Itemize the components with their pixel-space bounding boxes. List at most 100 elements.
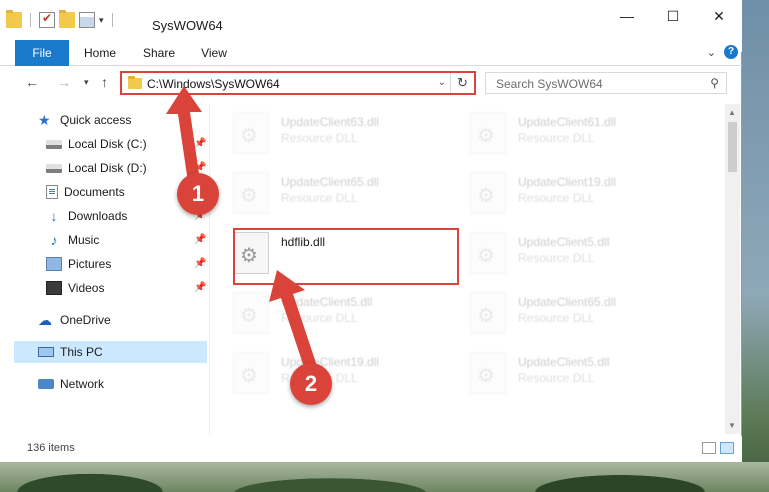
dll-file-icon xyxy=(233,112,269,154)
sidebar-item-local-disk-d[interactable]: Local Disk (D:) xyxy=(46,157,147,179)
file-name: UpdateClient19.dll xyxy=(518,175,617,189)
star-icon: ★ xyxy=(38,112,51,128)
file-item[interactable]: UpdateClient5.dll Resource DLL xyxy=(450,346,680,398)
sidebar-item-network[interactable]: Network xyxy=(38,373,104,395)
properties-icon[interactable] xyxy=(79,12,95,28)
search-input[interactable]: Search SysWOW64 xyxy=(496,77,603,91)
sidebar-item-music[interactable]: ♪ Music xyxy=(46,229,100,251)
cloud-icon: ☁ xyxy=(38,312,52,328)
dll-file-icon xyxy=(470,172,506,214)
expand-ribbon-icon[interactable]: ⌄ xyxy=(707,46,716,59)
close-button[interactable]: ✕ xyxy=(696,0,742,32)
tab-view[interactable]: View xyxy=(200,40,228,66)
file-type: Resource DLL xyxy=(281,131,358,145)
dll-file-icon xyxy=(233,352,269,394)
address-dropdown-icon[interactable]: ⌄ xyxy=(438,77,446,88)
file-type: Resource DLL xyxy=(518,371,595,385)
music-icon: ♪ xyxy=(50,232,58,248)
customize-toolbar-arrow-icon[interactable]: ▾ xyxy=(99,15,104,26)
window-title: SysWOW64 xyxy=(152,18,223,33)
scroll-up-icon[interactable]: ▲ xyxy=(728,108,736,117)
folder-icon xyxy=(128,76,142,89)
refresh-button[interactable]: ↻ xyxy=(450,73,474,93)
tab-share[interactable]: Share xyxy=(143,40,175,66)
sidebar-item-this-pc[interactable]: This PC xyxy=(14,341,207,363)
sidebar-item-label: Local Disk (D:) xyxy=(68,161,147,175)
new-folder-icon[interactable] xyxy=(59,10,75,28)
sidebar-item-label: OneDrive xyxy=(60,313,111,327)
large-icons-view-button[interactable] xyxy=(720,442,734,454)
status-bar: 136 items xyxy=(0,436,742,462)
file-item[interactable]: UpdateClient65.dll Resource DLL xyxy=(213,166,443,218)
file-type: Resource DLL xyxy=(518,191,595,205)
folder-icon xyxy=(6,10,22,28)
recent-locations-button[interactable]: ▾ xyxy=(84,77,89,88)
network-icon xyxy=(38,379,54,389)
properties-check-icon[interactable] xyxy=(39,11,55,28)
computer-icon xyxy=(38,347,54,357)
back-button[interactable]: ← xyxy=(25,74,39,90)
dll-file-icon xyxy=(470,292,506,334)
file-name: UpdateClient61.dll xyxy=(518,115,617,129)
desktop-background xyxy=(0,462,769,492)
toolbar-divider xyxy=(30,13,31,27)
file-item[interactable]: UpdateClient5.dll Resource DLL xyxy=(450,226,680,278)
sidebar-item-label: Pictures xyxy=(68,257,112,271)
sidebar-item-label: Music xyxy=(68,233,100,247)
file-name: UpdateClient5.dll xyxy=(518,355,610,369)
sidebar-item-documents[interactable]: Documents xyxy=(46,181,125,203)
file-type: Resource DLL xyxy=(281,191,358,205)
tab-home[interactable]: Home xyxy=(84,40,116,66)
toolbar-divider xyxy=(111,13,113,27)
tab-file[interactable]: File xyxy=(15,40,69,66)
scroll-down-icon[interactable]: ▼ xyxy=(728,421,736,430)
pin-icon[interactable]: 📌 xyxy=(194,282,206,293)
download-icon: ↓ xyxy=(50,208,58,224)
file-name: UpdateClient5.dll xyxy=(518,235,610,249)
search-box[interactable]: Search SysWOW64 ⚲ xyxy=(485,72,727,94)
up-button[interactable]: ↑ xyxy=(101,74,108,90)
sidebar-item-videos[interactable]: Videos xyxy=(46,277,104,299)
file-item[interactable]: UpdateClient61.dll Resource DLL xyxy=(450,106,680,158)
sidebar-item-label: This PC xyxy=(60,345,103,359)
sidebar-item-downloads[interactable]: ↓ Downloads xyxy=(46,205,128,227)
disk-icon xyxy=(46,163,62,173)
quick-access-toolbar: ▾ xyxy=(6,10,117,30)
help-icon[interactable]: ? xyxy=(724,45,738,59)
forward-button[interactable]: → xyxy=(57,74,71,90)
file-item[interactable]: UpdateClient65.dll Resource DLL xyxy=(450,286,680,338)
sidebar-item-pictures[interactable]: Pictures xyxy=(46,253,111,275)
step-badge-2: 2 xyxy=(290,363,332,405)
view-toggle xyxy=(702,442,734,454)
details-view-button[interactable] xyxy=(702,442,716,454)
navigation-bar: ← → ▾ ↑ C:\Windows\SysWOW64 ⌄ ↻ Search S… xyxy=(0,68,742,100)
pictures-icon xyxy=(46,257,62,271)
disk-icon xyxy=(46,139,62,149)
sidebar-item-label: Documents xyxy=(64,185,125,199)
dll-file-icon xyxy=(470,232,506,274)
videos-icon xyxy=(46,281,62,295)
sidebar-item-label: Downloads xyxy=(68,209,128,223)
file-type: Resource DLL xyxy=(518,251,595,265)
step-badge-1: 1 xyxy=(177,173,219,215)
dll-file-icon xyxy=(470,112,506,154)
dll-file-icon xyxy=(233,292,269,334)
minimize-button[interactable]: — xyxy=(604,0,650,32)
vertical-scrollbar[interactable]: ▲ ▼ xyxy=(725,104,740,434)
sidebar-item-label: Quick access xyxy=(60,113,132,127)
maximize-button[interactable]: ☐ xyxy=(650,0,696,32)
item-count: 136 items xyxy=(27,442,75,454)
sidebar-item-local-disk-c[interactable]: Local Disk (C:) xyxy=(46,133,147,155)
sidebar-item-onedrive[interactable]: ☁ OneDrive xyxy=(38,309,111,331)
file-item[interactable]: UpdateClient19.dll Resource DLL xyxy=(450,166,680,218)
scrollbar-thumb[interactable] xyxy=(728,122,737,172)
sidebar-item-label: Local Disk (C:) xyxy=(68,137,147,151)
file-item[interactable]: UpdateClient63.dll Resource DLL xyxy=(213,106,443,158)
pin-icon[interactable]: 📌 xyxy=(194,234,206,245)
sidebar-item-quick-access[interactable]: ★ Quick access xyxy=(38,109,131,131)
sidebar-item-label: Videos xyxy=(68,281,105,295)
dll-file-icon xyxy=(470,352,506,394)
file-name: UpdateClient65.dll xyxy=(281,175,380,189)
file-name: UpdateClient63.dll xyxy=(281,115,380,129)
pin-icon[interactable]: 📌 xyxy=(194,258,206,269)
